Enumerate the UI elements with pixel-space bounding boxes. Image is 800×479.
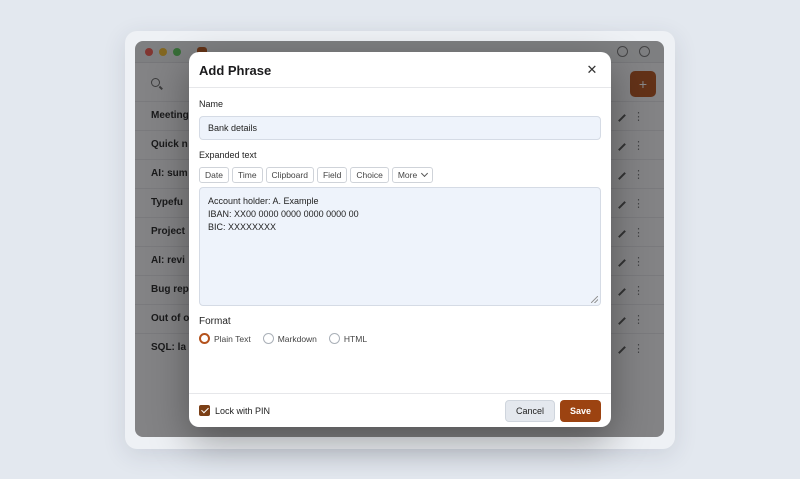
- radio-html[interactable]: [328, 333, 340, 344]
- format-html-option[interactable]: HTML: [328, 333, 368, 344]
- format-plain-text-option[interactable]: Plain Text: [199, 333, 251, 344]
- insert-choice-button[interactable]: Choice: [350, 167, 389, 183]
- text-line: BIC: XXXXXXXX: [208, 222, 277, 232]
- radio-label: Plain Text: [214, 333, 251, 344]
- text-line: Account holder: A. Example: [208, 196, 319, 206]
- add-phrase-dialog: Add Phrase ✕ Name Expanded text Date Tim…: [189, 52, 611, 427]
- format-label: Format: [199, 316, 231, 327]
- name-input[interactable]: [199, 116, 601, 140]
- radio-markdown[interactable]: [262, 333, 274, 344]
- insert-time-button[interactable]: Time: [231, 167, 263, 183]
- expanded-text-label: Expanded text: [199, 150, 257, 160]
- name-label: Name: [199, 99, 224, 109]
- insert-date-button[interactable]: Date: [199, 167, 229, 183]
- resize-handle-icon[interactable]: [591, 296, 598, 303]
- dialog-title: Add Phrase: [199, 63, 272, 78]
- radio-label: HTML: [343, 333, 368, 344]
- close-icon[interactable]: ✕: [585, 63, 599, 77]
- cancel-button[interactable]: Cancel: [505, 400, 555, 422]
- dialog-footer: Lock with PIN Cancel Save: [189, 393, 611, 427]
- text-line: IBAN: XX00 0000 0000 0000 0000 00: [208, 209, 359, 219]
- more-dropdown[interactable]: More: [391, 167, 434, 183]
- insert-field-button[interactable]: Field: [316, 167, 348, 183]
- radio-label: Markdown: [277, 333, 317, 344]
- dialog-header: Add Phrase ✕: [189, 52, 611, 88]
- expanded-text-area[interactable]: Account holder: A. Example IBAN: XX00 00…: [199, 187, 601, 306]
- insert-toolbar: Date Time Clipboard Field Choice More: [199, 167, 436, 183]
- insert-clipboard-button[interactable]: Clipboard: [265, 167, 314, 183]
- format-radio-group: Plain Text Markdown HTML: [199, 333, 379, 344]
- lock-pin-label: Lock with PIN: [215, 406, 271, 416]
- more-label: More: [397, 170, 418, 180]
- lock-pin-checkbox[interactable]: [199, 405, 210, 416]
- save-button[interactable]: Save: [560, 400, 601, 422]
- format-markdown-option[interactable]: Markdown: [262, 333, 317, 344]
- radio-plain-text[interactable]: [199, 333, 210, 344]
- chevron-down-icon: [421, 169, 429, 178]
